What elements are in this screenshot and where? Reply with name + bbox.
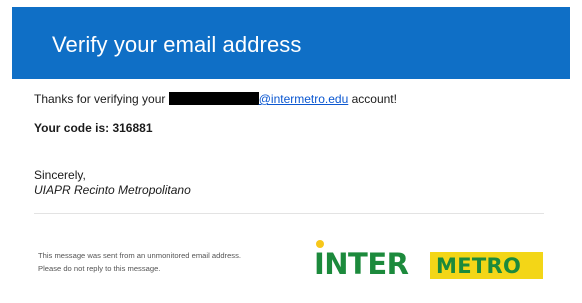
footer-note-line1: This message was sent from an unmonitore… bbox=[38, 251, 242, 260]
email-title: Verify your email address bbox=[52, 32, 302, 57]
email-card: Verify your email address Thanks for ver… bbox=[12, 7, 570, 301]
intro-line: Thanks for verifying your @intermetro.ed… bbox=[34, 92, 397, 106]
footer-divider bbox=[34, 213, 544, 214]
email-window: Verify your email address Thanks for ver… bbox=[0, 0, 582, 303]
redacted-email-username bbox=[168, 92, 259, 105]
email-header: Verify your email address bbox=[12, 7, 570, 79]
logo-inter-text: INTER bbox=[314, 247, 409, 281]
signature-text: UIAPR Recinto Metropolitano bbox=[34, 183, 191, 197]
intro-prefix: Thanks for verifying your bbox=[34, 92, 169, 106]
footer-note-line2: Please do not reply to this message. bbox=[38, 264, 161, 273]
logo-metro-text: METRO bbox=[436, 254, 522, 278]
closing-text: Sincerely, bbox=[34, 168, 86, 182]
email-address-link[interactable]: @intermetro.edu bbox=[259, 92, 349, 106]
intro-suffix: account! bbox=[348, 92, 397, 106]
verification-code: Your code is: 316881 bbox=[34, 121, 153, 135]
intermetro-logo: INTER METRO bbox=[312, 239, 544, 279]
